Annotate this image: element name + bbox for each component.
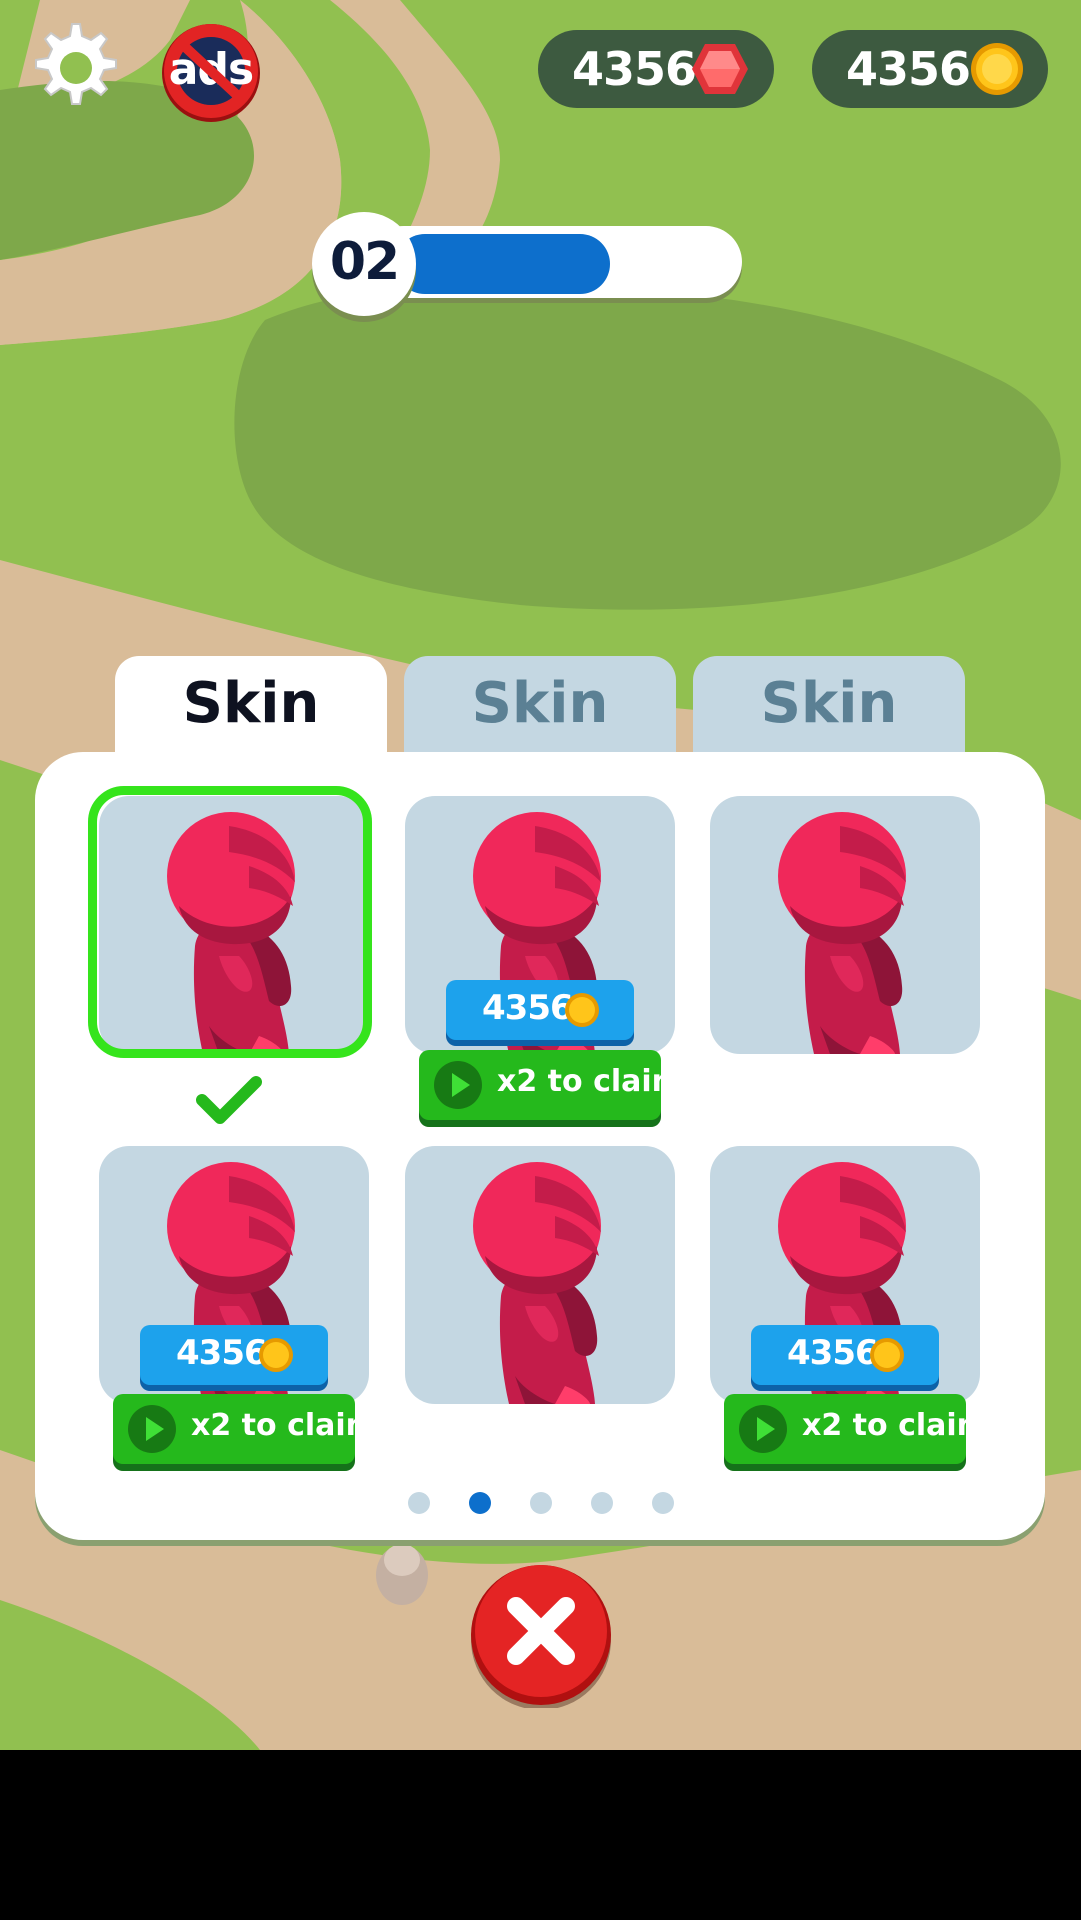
claim-button[interactable]: x2 to claim <box>113 1394 377 1464</box>
settings-gear-icon[interactable] <box>30 22 122 114</box>
bottom-letterbox <box>0 1750 1081 1920</box>
coin-icon <box>971 43 1023 95</box>
tab-skin-2[interactable]: Skin <box>404 656 676 752</box>
checkmark-icon <box>196 1076 262 1124</box>
close-button[interactable] <box>468 1562 614 1708</box>
gem-counter: 4356 <box>538 30 774 108</box>
coin-icon <box>870 1338 904 1372</box>
coin-icon <box>259 1338 293 1372</box>
price-value: 4356 <box>176 1333 268 1373</box>
price-tag: 4356 <box>751 1325 939 1385</box>
coin-counter: 4356 <box>812 30 1048 108</box>
page-dot-5[interactable] <box>652 1492 674 1514</box>
page-dot-2[interactable] <box>469 1492 491 1514</box>
gem-count: 4356 <box>572 42 697 96</box>
gem-icon <box>692 44 748 94</box>
tab-skin-1[interactable]: Skin <box>115 656 387 752</box>
no-ads-slash-icon <box>179 41 243 101</box>
play-video-icon <box>128 1405 176 1453</box>
page-dot-4[interactable] <box>591 1492 613 1514</box>
coin-icon <box>565 993 599 1027</box>
play-video-icon <box>739 1405 787 1453</box>
price-value: 4356 <box>482 988 574 1028</box>
selected-skin-frame <box>88 786 372 1058</box>
price-tag: 4356 <box>446 980 634 1040</box>
level-number: 02 <box>329 232 400 292</box>
skin-card-5[interactable] <box>405 1146 675 1404</box>
level-progress-fill <box>395 234 610 294</box>
character-figure <box>473 1162 601 1404</box>
character-figure <box>778 812 906 1054</box>
price-tag: 4356 <box>140 1325 328 1385</box>
claim-label: x2 to claim <box>497 1064 683 1099</box>
skin-card-3[interactable] <box>710 796 980 1054</box>
coin-count: 4356 <box>846 42 971 96</box>
price-value: 4356 <box>787 1333 879 1373</box>
claim-button[interactable]: x2 to claim <box>724 1394 988 1464</box>
play-video-icon <box>434 1061 482 1109</box>
page-dot-1[interactable] <box>408 1492 430 1514</box>
claim-label: x2 to claim <box>191 1408 377 1443</box>
page-dot-3[interactable] <box>530 1492 552 1514</box>
claim-label: x2 to claim <box>802 1408 988 1443</box>
tab-skin-3[interactable]: Skin <box>693 656 965 752</box>
claim-button[interactable]: x2 to claim <box>419 1050 683 1120</box>
game-view: ads 4356 4356 02 Skin Skin Skin <box>0 0 1081 1750</box>
